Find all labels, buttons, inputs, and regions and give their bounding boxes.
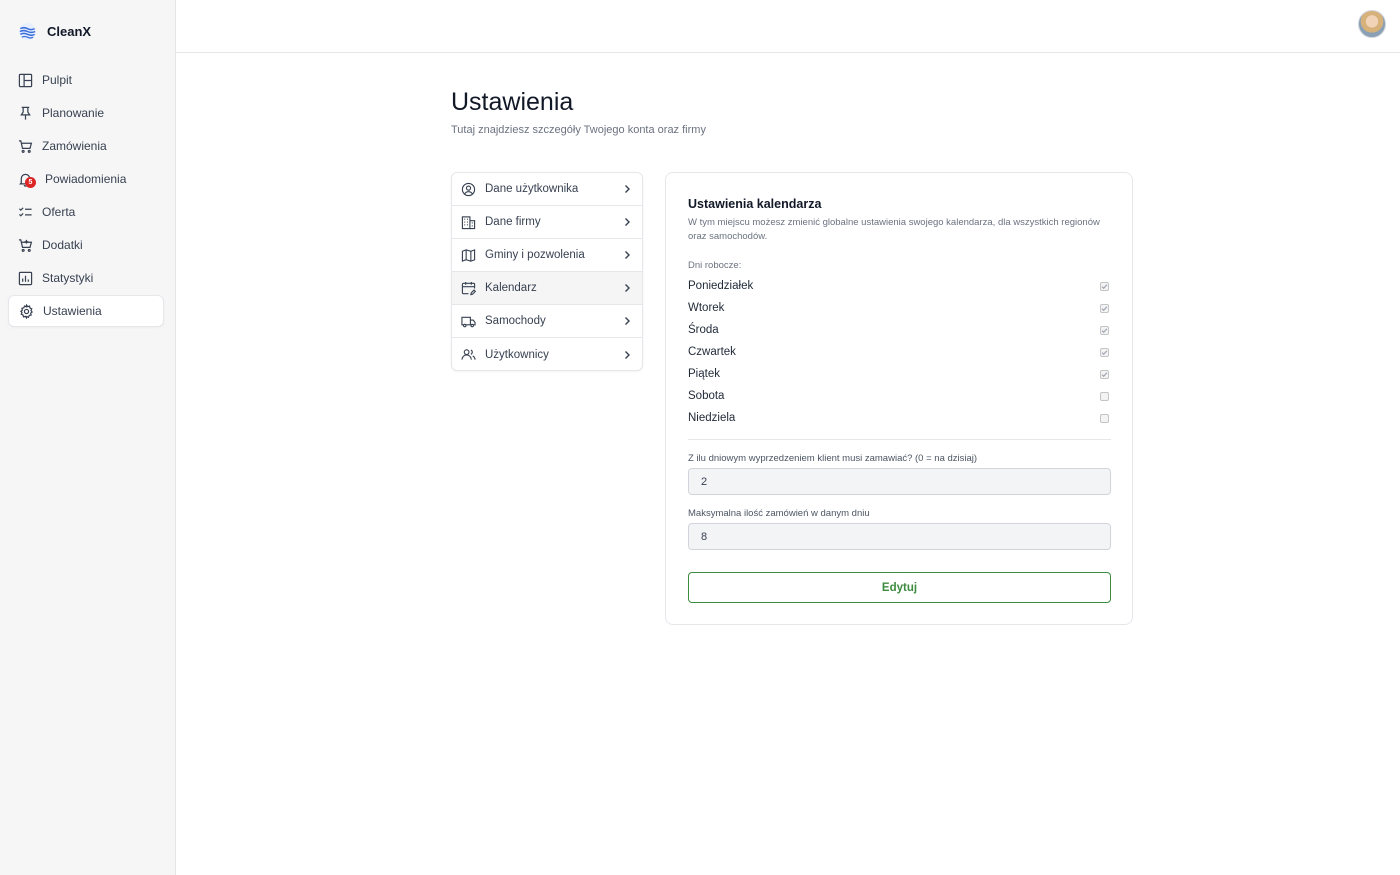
chevron-right-icon [625, 317, 630, 325]
app-name: CleanX [47, 23, 92, 39]
sidebar-item-powiadomienia[interactable]: 5 Powiadomienia [8, 163, 164, 195]
page-subtitle: Tutaj znajdziesz szczegóły Twojego konta… [451, 124, 706, 136]
settings-menu-item-municipalities[interactable]: Gminy i pozwolenia [452, 239, 642, 272]
sidebar-item-zamowienia[interactable]: Zamówienia [8, 130, 164, 162]
day-row-friday: Piątek [688, 365, 1111, 383]
sidebar-item-dodatki[interactable]: Dodatki [8, 229, 164, 261]
checklist-icon [18, 206, 32, 217]
check-icon [1101, 305, 1108, 311]
calendar-edit-icon [461, 281, 476, 295]
sidebar-item-label: Oferta [42, 205, 76, 219]
settings-menu-item-users[interactable]: Użytkownicy [452, 338, 642, 370]
settings-menu-item-calendar[interactable]: Kalendarz [452, 272, 642, 305]
sidebar-item-statystyki[interactable]: Statystyki [8, 262, 164, 294]
calendar-settings-card: Ustawienia kalendarza W tym miejscu może… [665, 172, 1133, 625]
check-icon [1101, 371, 1108, 377]
settings-menu: Dane użytkownika Dane firmy Gminy i pozw… [451, 172, 643, 371]
day-checkbox-sunday[interactable] [1100, 413, 1109, 423]
day-checkbox-friday[interactable] [1100, 369, 1109, 379]
sidebar-item-oferta[interactable]: Oferta [8, 196, 164, 228]
day-checkbox-saturday[interactable] [1100, 391, 1109, 401]
settings-menu-label: Gminy i pozwolenia [485, 249, 585, 261]
settings-menu-item-company[interactable]: Dane firmy [452, 206, 642, 239]
sidebar-item-pulpit[interactable]: Pulpit [8, 64, 164, 96]
day-row-monday: Poniedziałek [688, 277, 1111, 295]
card-title: Ustawienia kalendarza [688, 197, 822, 211]
day-label: Poniedziałek [688, 280, 754, 292]
sidebar-item-label: Dodatki [42, 238, 83, 252]
day-label: Środa [688, 324, 719, 336]
chart-icon [18, 271, 33, 285]
users-icon [461, 349, 476, 360]
cart-icon [18, 139, 33, 153]
check-icon [1101, 283, 1108, 289]
sidebar-item-label: Planowanie [42, 106, 105, 120]
max-orders-label: Maksymalna ilość zamówień w danym dniu [688, 508, 870, 519]
day-checkbox-wednesday[interactable] [1100, 325, 1109, 335]
sidebar-item-label: Pulpit [42, 73, 73, 87]
chevron-right-icon [625, 284, 630, 292]
chevron-right-icon [625, 185, 630, 193]
day-checkbox-monday[interactable] [1100, 281, 1109, 291]
settings-menu-item-user[interactable]: Dane użytkownika [452, 173, 642, 206]
day-label: Czwartek [688, 346, 736, 358]
chevron-right-icon [625, 251, 630, 259]
cart-plus-icon [18, 238, 33, 252]
page-title: Ustawienia [451, 88, 574, 116]
settings-menu-label: Użytkownicy [485, 348, 549, 361]
settings-menu-label: Dane użytkownika [485, 183, 579, 195]
chevron-right-icon [625, 218, 630, 226]
day-row-saturday: Sobota [688, 387, 1111, 405]
day-label: Niedziela [688, 412, 736, 424]
settings-menu-label: Samochody [485, 315, 546, 327]
sidebar-item-planowanie[interactable]: Planowanie [8, 97, 164, 129]
truck-icon [461, 316, 476, 327]
gear-icon [19, 303, 33, 319]
card-description: W tym miejscu możesz zmienić globalne us… [688, 217, 1100, 242]
check-icon [1101, 349, 1108, 355]
day-row-thursday: Czwartek [688, 343, 1111, 361]
cleanx-logo-icon [18, 22, 37, 40]
sidebar-item-label: Ustawienia [43, 304, 102, 318]
settings-menu-label: Dane firmy [485, 216, 541, 228]
sidebar-item-label: Powiadomienia [45, 172, 127, 186]
day-label: Piątek [688, 368, 720, 380]
settings-menu-label: Kalendarz [485, 282, 537, 294]
day-label: Wtorek [688, 302, 725, 314]
sidebar-item-label: Statystyki [42, 271, 94, 285]
topbar [176, 0, 1400, 53]
working-days-label: Dni robocze: [688, 260, 742, 271]
map-icon [461, 248, 476, 262]
day-label: Sobota [688, 390, 725, 402]
day-checkbox-thursday[interactable] [1100, 347, 1109, 357]
day-row-sunday: Niedziela [688, 409, 1111, 427]
layout-icon [18, 73, 33, 87]
building-icon [461, 215, 476, 229]
day-checkbox-tuesday[interactable] [1100, 303, 1109, 313]
check-icon [1101, 327, 1108, 333]
day-row-wednesday: Środa [688, 321, 1111, 339]
advance-days-input[interactable] [688, 468, 1111, 495]
user-circle-icon [461, 182, 476, 196]
pin-icon [20, 106, 31, 120]
user-avatar[interactable] [1358, 10, 1386, 38]
divider [688, 439, 1111, 440]
settings-menu-item-vehicles[interactable]: Samochody [452, 305, 642, 338]
chevron-right-icon [625, 350, 630, 359]
sidebar: CleanX Pulpit Planowanie Zamówienia 5 Po… [0, 0, 176, 875]
brand[interactable]: CleanX [18, 20, 91, 42]
main-nav: Pulpit Planowanie Zamówienia 5 Powiadomi… [8, 64, 164, 328]
notification-badge: 5 [25, 177, 36, 188]
max-orders-input[interactable] [688, 523, 1111, 550]
sidebar-item-ustawienia[interactable]: Ustawienia [8, 295, 164, 327]
advance-days-label: Z ilu dniowym wyprzedzeniem klient musi … [688, 453, 978, 464]
edit-button[interactable]: Edytuj [688, 572, 1111, 603]
sidebar-item-label: Zamówienia [42, 139, 107, 153]
day-row-tuesday: Wtorek [688, 299, 1111, 317]
